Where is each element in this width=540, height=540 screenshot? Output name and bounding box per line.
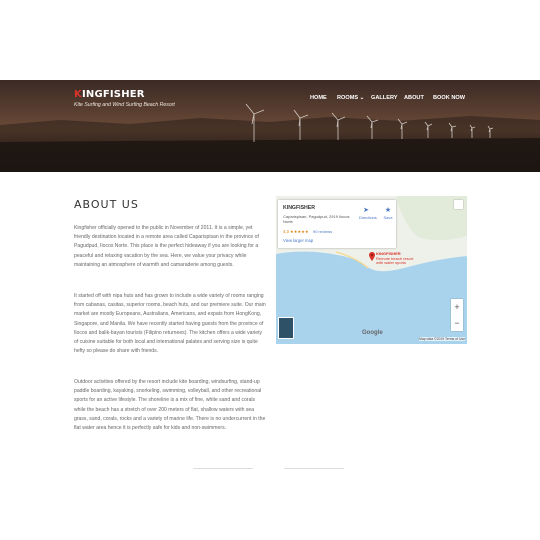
nav-about[interactable]: ABOUT (404, 95, 424, 101)
map-pin-icon[interactable] (369, 252, 375, 261)
map-place-title: KINGFISHER (283, 205, 315, 211)
satellite-toggle[interactable] (278, 317, 294, 339)
zoom-control: + − (451, 299, 463, 331)
view-larger-map-link[interactable]: View larger map (283, 238, 313, 243)
map-rating: 4.3 ★★★★★ (283, 229, 309, 234)
map-info-card: KINGFISHER Caparispisan, Pagudpud, 2919 … (278, 200, 396, 248)
zoom-in-button[interactable]: + (451, 299, 463, 315)
nav-home[interactable]: HOME (310, 95, 327, 101)
fullscreen-icon[interactable] (454, 200, 463, 209)
google-logo: Google (362, 330, 383, 336)
google-map[interactable]: KINGFISHER Caparispisan, Pagudpud, 2919 … (276, 196, 467, 344)
brand-name: KINGFISHER (74, 89, 175, 100)
about-title: ABOUT US (74, 198, 139, 211)
button-outline-2[interactable] (284, 468, 344, 469)
map-data-attribution[interactable]: Map data ©2019 Terms of Use (419, 337, 465, 341)
about-paragraph-1: Kingfisher officially opened to the publ… (74, 225, 259, 268)
nav-book-now[interactable]: BOOK NOW (433, 95, 465, 101)
pin-label-line-3: with water sports (376, 260, 407, 266)
save-label: Save (383, 215, 393, 220)
map-reviews-link[interactable]: 90 reviews (313, 229, 332, 234)
button-outline-1[interactable] (193, 468, 253, 469)
about-paragraph-3: Outdoor activities offered by the resort… (74, 379, 266, 432)
brand-initial: K (74, 89, 82, 100)
map-pin-label: KINGFISHER Remote beach resort with wate… (376, 251, 413, 266)
about-paragraph-2: It started off with nipa huts and has gr… (74, 293, 266, 355)
directions-label: Directions (359, 215, 377, 220)
nav-gallery[interactable]: GALLERY (371, 95, 398, 101)
brand-logo[interactable]: KINGFISHER Kite Surfing and Wind Surfing… (74, 89, 175, 108)
brand-rest: INGFISHER (81, 89, 145, 100)
directions-icon: ➤ (363, 207, 369, 214)
save-button[interactable]: ★ Save (382, 206, 394, 220)
map-place-address: Caparispisan, Pagudpud, 2919 Ilocos Nort… (283, 214, 350, 224)
zoom-out-button[interactable]: − (451, 315, 463, 331)
brand-tagline: Kite Surfing and Wind Surfing Beach Reso… (74, 102, 175, 108)
nav-rooms[interactable]: ROOMS ⌄ (337, 95, 364, 101)
directions-button[interactable]: ➤ Directions (359, 206, 377, 220)
star-icon: ★ (384, 207, 392, 214)
